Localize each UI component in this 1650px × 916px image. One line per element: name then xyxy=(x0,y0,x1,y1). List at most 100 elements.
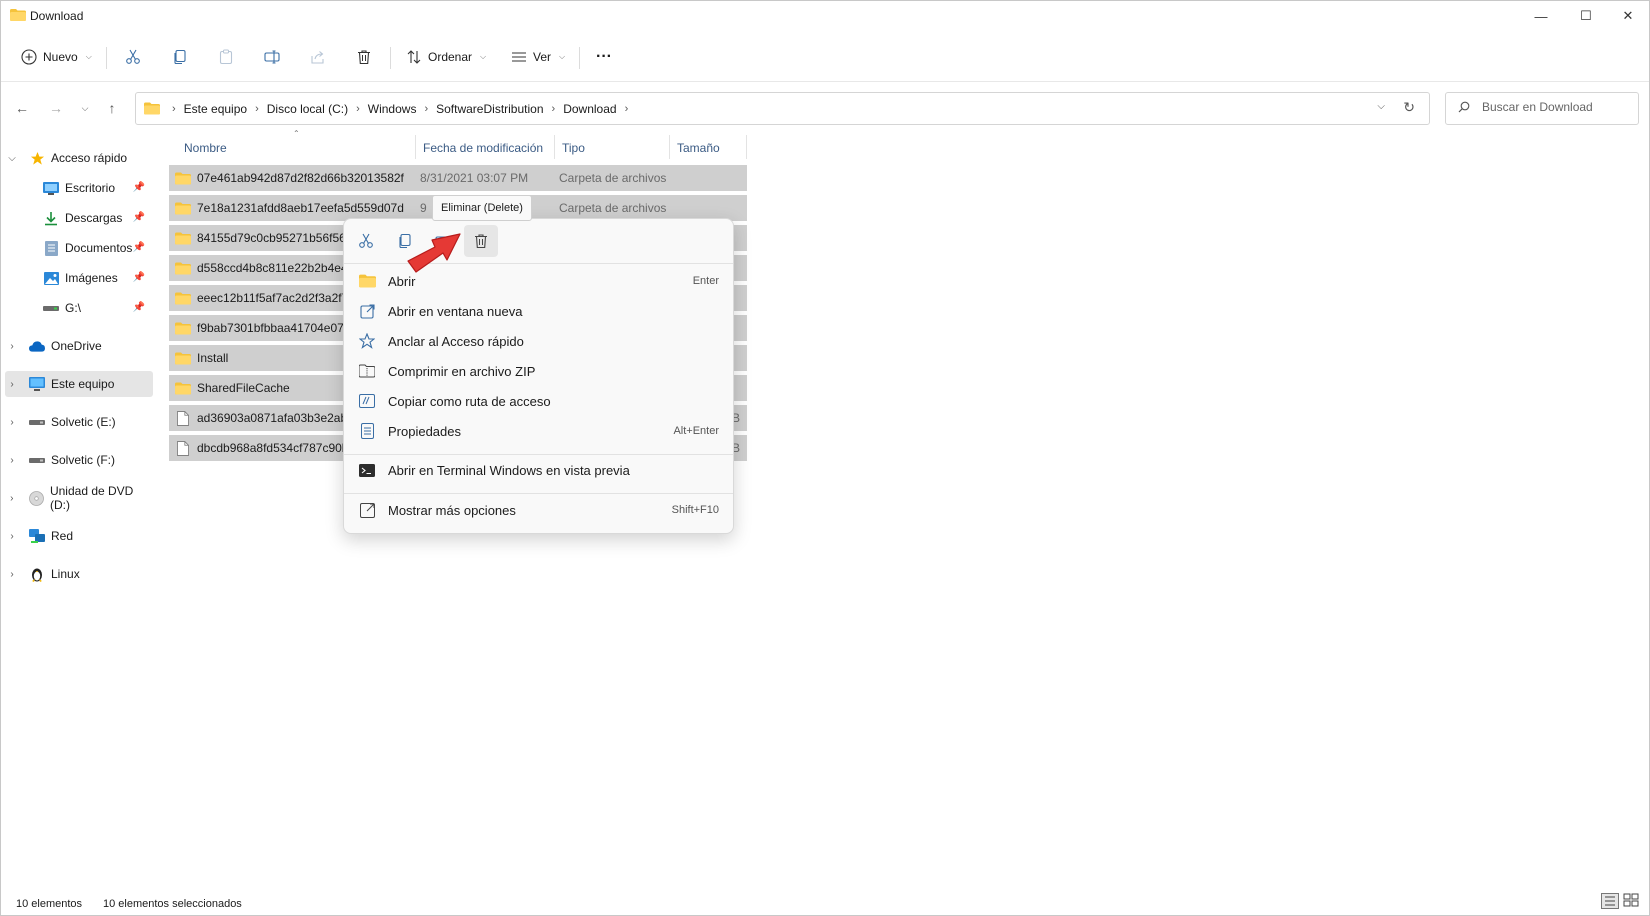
folder-icon xyxy=(144,102,160,115)
breadcrumb-item[interactable]: SoftwareDistribution xyxy=(432,102,547,116)
folder-open-icon xyxy=(358,273,376,289)
menu-item-pin-quick-access[interactable]: Anclar al Acceso rápido xyxy=(344,326,733,356)
context-cut-button[interactable] xyxy=(349,225,383,257)
chevron-right-icon: › xyxy=(10,416,14,428)
arrow-up-icon: ↑ xyxy=(108,100,116,116)
nav-label: OneDrive xyxy=(51,339,102,353)
address-bar[interactable]: › Este equipo › Disco local (C:) › Windo… xyxy=(135,92,1430,125)
cloud-icon xyxy=(29,339,45,353)
more-options-button[interactable]: ··· xyxy=(596,41,612,73)
nav-item-network[interactable]: › Red xyxy=(5,523,153,549)
column-header-type[interactable]: Tipo xyxy=(562,135,585,161)
breadcrumb-item[interactable]: Windows xyxy=(364,102,421,116)
nav-item-pictures[interactable]: Imágenes 📌 xyxy=(5,265,153,291)
nav-label: Red xyxy=(51,529,74,543)
column-divider[interactable] xyxy=(669,135,670,159)
menu-item-open[interactable]: Abrir Enter xyxy=(344,266,733,296)
table-row[interactable]: 07e461ab942d87d2f82d66b32013582f 8/31/20… xyxy=(169,165,747,191)
file-icon xyxy=(177,440,189,456)
chevron-right-icon: › xyxy=(10,530,14,542)
more-icon: ··· xyxy=(596,48,612,65)
pin-icon[interactable]: 📌 xyxy=(133,242,145,253)
folder-icon xyxy=(10,9,26,21)
search-input[interactable] xyxy=(1480,99,1634,115)
paste-button[interactable] xyxy=(218,41,234,73)
minimize-button[interactable]: — xyxy=(1518,1,1564,31)
pin-icon[interactable]: 📌 xyxy=(133,212,145,223)
delete-button[interactable] xyxy=(356,41,372,73)
star-icon xyxy=(29,151,45,165)
search-icon xyxy=(1458,101,1470,113)
refresh-icon[interactable]: ↻ xyxy=(1403,99,1415,116)
chevron-right-icon: › xyxy=(356,102,360,115)
toolbar-separator xyxy=(390,47,391,69)
forward-button[interactable]: → xyxy=(45,97,67,119)
search-box[interactable] xyxy=(1445,92,1639,125)
up-button[interactable]: ↑ xyxy=(101,97,123,119)
paste-icon xyxy=(219,49,233,65)
rename-button[interactable] xyxy=(264,41,280,73)
column-divider[interactable] xyxy=(746,135,747,159)
recent-locations-button[interactable]: ⌵ xyxy=(74,97,96,119)
address-history-dropdown[interactable]: ⌵ xyxy=(1377,101,1385,112)
context-menu: Abrir Enter Abrir en ventana nueva Ancla… xyxy=(343,218,734,534)
menu-item-more-options[interactable]: Mostrar más opciones Shift+F10 xyxy=(344,495,733,525)
context-delete-button[interactable] xyxy=(464,225,498,257)
breadcrumb-item[interactable]: Este equipo xyxy=(180,102,251,116)
context-menu-quick-actions xyxy=(344,219,733,263)
trash-icon xyxy=(358,50,370,65)
maximize-button[interactable]: ☐ xyxy=(1563,1,1609,31)
nav-item-documents[interactable]: Documentos 📌 xyxy=(5,235,153,261)
nav-label: Documentos xyxy=(65,241,133,255)
nav-item-this-pc[interactable]: › Este equipo xyxy=(5,371,153,397)
monitor-icon xyxy=(29,377,45,391)
details-view-icon xyxy=(1605,896,1615,906)
close-button[interactable]: ✕ xyxy=(1605,1,1650,31)
network-icon xyxy=(29,528,45,543)
pictures-icon xyxy=(43,271,59,285)
nav-item-solvetic-f[interactable]: › Solvetic (F:) xyxy=(5,447,153,473)
column-header-date[interactable]: Fecha de modificación xyxy=(423,135,543,161)
menu-item-copy-path[interactable]: Copiar como ruta de acceso xyxy=(344,386,733,416)
breadcrumb-item[interactable]: Download xyxy=(559,102,620,116)
menu-item-open-terminal[interactable]: Abrir en Terminal Windows en vista previ… xyxy=(344,455,733,485)
cut-button[interactable] xyxy=(125,41,141,73)
menu-item-open-new-window[interactable]: Abrir en ventana nueva xyxy=(344,296,733,326)
nav-item-g-drive[interactable]: G:\ 📌 xyxy=(5,295,153,321)
nav-item-solvetic-e[interactable]: › Solvetic (E:) xyxy=(5,409,153,435)
pin-icon[interactable]: 📌 xyxy=(133,182,145,193)
nav-item-linux[interactable]: › Linux xyxy=(5,561,153,587)
pin-icon[interactable]: 📌 xyxy=(133,302,145,313)
chevron-down-icon: ⌵ xyxy=(81,102,89,113)
folder-icon xyxy=(175,202,191,214)
star-outline-icon xyxy=(358,333,376,349)
column-divider[interactable] xyxy=(554,135,555,159)
nav-item-downloads[interactable]: Descargas 📌 xyxy=(5,205,153,231)
open-new-window-icon xyxy=(358,303,376,319)
new-button[interactable]: Nuevo ⌵ xyxy=(21,41,92,73)
breadcrumb-item[interactable]: Disco local (C:) xyxy=(263,102,352,116)
back-button[interactable]: ← xyxy=(11,97,33,119)
view-button[interactable]: Ver ⌵ xyxy=(511,41,565,73)
nav-label: Imágenes xyxy=(65,271,118,285)
nav-item-desktop[interactable]: Escritorio 📌 xyxy=(5,175,153,201)
nav-item-onedrive[interactable]: › OneDrive xyxy=(5,333,153,359)
copy-button[interactable] xyxy=(172,41,188,73)
tiles-view-button[interactable] xyxy=(1623,893,1639,907)
nav-label: Linux xyxy=(51,567,80,581)
column-divider[interactable] xyxy=(415,135,416,159)
new-label: Nuevo xyxy=(43,50,78,64)
menu-item-properties[interactable]: Propiedades Alt+Enter xyxy=(344,416,733,446)
column-header-name[interactable]: Nombre xyxy=(184,135,227,161)
sort-button[interactable]: Ordenar ⌵ xyxy=(406,41,486,73)
file-type: Carpeta de archivos xyxy=(559,201,667,215)
details-view-button[interactable] xyxy=(1601,893,1619,909)
column-header-size[interactable]: Tamaño xyxy=(677,135,720,161)
nav-item-quick-access[interactable]: ⌵ Acceso rápido xyxy=(5,145,153,171)
pin-icon[interactable]: 📌 xyxy=(133,272,145,283)
toolbar-separator xyxy=(106,47,107,69)
chevron-down-icon: ⌵ xyxy=(85,52,92,61)
share-button[interactable] xyxy=(310,41,326,73)
nav-item-dvd-drive[interactable]: › Unidad de DVD (D:) xyxy=(5,484,153,512)
menu-item-compress-zip[interactable]: Comprimir en archivo ZIP xyxy=(344,356,733,386)
